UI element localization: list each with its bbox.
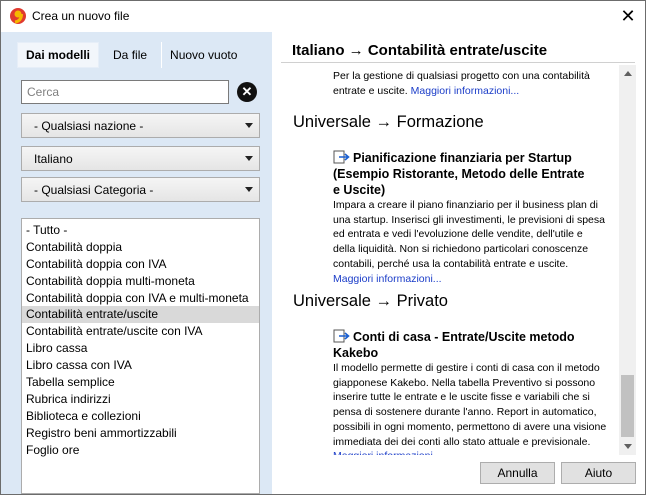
chevron-down-icon (245, 187, 253, 192)
list-item[interactable]: Rubrica indirizzi (22, 391, 259, 408)
template-description: Per la gestione di qualsiasi progetto co… (333, 70, 590, 97)
left-panel: Dai modelli Da file Nuovo vuoto ✕ - Qual… (1, 32, 272, 494)
window-title: Crea un nuovo file (32, 9, 130, 23)
tab-new-empty[interactable]: Nuovo vuoto (162, 42, 245, 68)
header-divider (281, 62, 635, 63)
country-dropdown-value: - Qualsiasi nazione - (34, 118, 144, 133)
category-header: Italiano → Contabilità entrate/uscite (292, 42, 548, 59)
search-input[interactable] (22, 81, 228, 103)
list-item[interactable]: Contabilità doppia con IVA (22, 256, 259, 273)
template-description: Il modello permette di gestire i conti d… (333, 361, 606, 455)
chevron-down-icon (245, 156, 253, 161)
list-item[interactable]: Tabella semplice (22, 374, 259, 391)
list-item[interactable]: Contabilità doppia multi-moneta (22, 273, 259, 290)
list-item-selected[interactable]: Contabilità entrate/uscite (22, 306, 259, 324)
list-item[interactable]: Registro beni ammortizzabili (22, 425, 259, 442)
section-heading: Universale → Formazione (293, 113, 484, 131)
tab-from-templates[interactable]: Dai modelli (17, 42, 100, 68)
template-link-icon (333, 150, 350, 164)
help-button[interactable]: Aiuto (561, 462, 636, 484)
category-dropdown[interactable]: - Qualsiasi Categoria - (21, 177, 260, 202)
app-logo-icon (10, 8, 26, 24)
close-button[interactable]: ✕ (611, 1, 645, 31)
list-item[interactable]: Contabilità doppia (22, 239, 259, 256)
source-tabs: Dai modelli Da file Nuovo vuoto (17, 42, 245, 68)
category-dropdown-value: - Qualsiasi Categoria - (34, 182, 154, 197)
list-item[interactable]: Contabilità entrate/uscite con IVA (22, 323, 259, 340)
more-info-link[interactable]: Maggiori informazioni... (411, 85, 520, 97)
language-dropdown[interactable]: Italiano (21, 146, 260, 171)
list-item[interactable]: Libro cassa con IVA (22, 357, 259, 374)
list-item[interactable]: Libro cassa (22, 340, 259, 357)
scroll-up-arrow-icon[interactable] (619, 65, 636, 82)
tab-from-file[interactable]: Da file (99, 42, 161, 68)
list-item[interactable]: - Tutto - (22, 222, 259, 239)
template-list: Per la gestione di qualsiasi progetto co… (281, 65, 618, 455)
template-link-icon (333, 329, 350, 343)
more-info-link[interactable]: Maggiori informazioni... (333, 272, 605, 287)
template-description: Impara a creare il piano finanziario per… (333, 199, 605, 287)
category-list[interactable]: - Tutto - Contabilità doppia Contabilità… (21, 218, 260, 494)
template-title[interactable]: Kakebo (333, 345, 378, 361)
template-title[interactable]: Conti di casa - Entrate/Uscite metodo (353, 329, 575, 345)
dialog-window: Crea un nuovo file ✕ Dai modelli Da file… (0, 0, 646, 495)
chevron-down-icon (245, 123, 253, 128)
scrollbar-thumb[interactable] (621, 375, 634, 437)
title-bar: Crea un nuovo file ✕ (1, 1, 645, 32)
template-title[interactable]: (Esempio Ristorante, Metodo delle Entrat… (333, 166, 584, 182)
close-icon: ✕ (620, 5, 636, 26)
section-heading: Universale → Privato (293, 292, 448, 310)
list-item[interactable]: Contabilità doppia con IVA e multi-monet… (22, 290, 259, 307)
cancel-button[interactable]: Annulla (480, 462, 555, 484)
vertical-scrollbar[interactable] (619, 65, 636, 455)
language-dropdown-value: Italiano (34, 151, 73, 166)
more-info-link[interactable]: Maggiori informazioni... (333, 449, 606, 455)
clear-icon: ✕ (241, 84, 253, 99)
list-item[interactable]: Biblioteca e collezioni (22, 408, 259, 425)
search-field[interactable] (21, 80, 229, 104)
clear-search-button[interactable]: ✕ (237, 82, 257, 102)
list-item[interactable]: Foglio ore (22, 442, 259, 459)
template-title[interactable]: e Uscite) (333, 182, 385, 198)
scroll-down-arrow-icon[interactable] (619, 438, 636, 455)
template-title[interactable]: Pianificazione finanziaria per Startup (353, 150, 572, 166)
country-dropdown[interactable]: - Qualsiasi nazione - (21, 113, 260, 138)
